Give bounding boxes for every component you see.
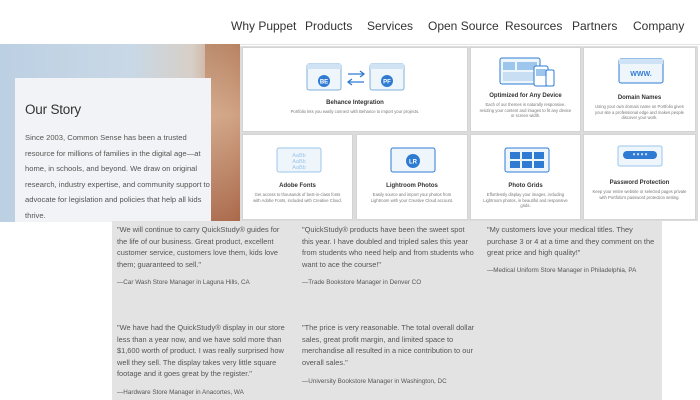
nav-item-services[interactable]: Services <box>367 19 413 33</box>
nav-item-partners[interactable]: Partners <box>572 19 617 33</box>
devices-icon <box>499 57 555 87</box>
story-title: Our Story <box>25 102 81 117</box>
svg-text:BE: BE <box>320 80 328 86</box>
story-text: Since 2003, Common Sense has been a trus… <box>25 133 210 220</box>
feature-title: Lightroom Photos <box>386 183 438 189</box>
nav-item-why-puppet[interactable]: Why Puppet <box>231 19 296 33</box>
photo-grid-icon <box>504 147 550 173</box>
testimonial-quote: "The price is very reasonable. The total… <box>302 323 475 367</box>
feature-title: Behance Integration <box>326 100 384 106</box>
feature-tile-photo-grids[interactable]: Photo Grids Effortlessly display your im… <box>470 134 581 220</box>
feature-desc: Easily source and import your photos fro… <box>370 192 454 203</box>
feature-title: Domain Names <box>617 95 662 101</box>
testimonial-quote: "We will continue to carry QuickStudy® g… <box>117 225 280 269</box>
feature-desc: Effortlessly display your images, includ… <box>483 192 568 208</box>
testimonial-quote: "QuickStudy® products have been the swee… <box>302 225 474 269</box>
domain-icon: WWW. <box>618 58 664 84</box>
feature-tile-devices[interactable]: Optimized for Any Device Each of our the… <box>470 47 581 132</box>
feature-tile-fonts[interactable]: AaBb AaBb AaBb Adobe Fonts Get access to… <box>242 134 353 220</box>
svg-text:LR: LR <box>409 160 418 166</box>
nav-item-open-source[interactable]: Open Source <box>428 19 499 33</box>
testimonial-attribution: —Medical Uniform Store Manager in Philad… <box>487 267 637 274</box>
testimonial-attribution: —Hardware Store Manager in Anacortes, WA <box>117 389 244 396</box>
feature-tile-lightroom[interactable]: LR Lightroom Photos Easily source and im… <box>356 134 468 220</box>
nav-item-products[interactable]: Products <box>305 19 352 33</box>
feature-desc: Portfolio lets you easily connect with B… <box>290 109 420 114</box>
testimonial-attribution: —University Bookstore Manager in Washing… <box>302 378 447 385</box>
feature-desc: Using your own domain name on Portfolio … <box>595 104 684 120</box>
testimonials-section: "We will continue to carry QuickStudy® g… <box>112 221 662 400</box>
testimonial-quote: "My customers love your medical titles. … <box>487 225 655 257</box>
story-card: Our Story Since 2003, Common Sense has b… <box>15 78 211 222</box>
testimonial-attribution: —Car Wash Store Manager in Laguna Hills,… <box>117 279 250 286</box>
feature-desc: Get access to thousands of best-in-class… <box>253 192 342 203</box>
feature-desc: Each of our themes is naturally responsi… <box>479 102 572 118</box>
password-icon: * * * * <box>617 145 663 167</box>
testimonial-quote: "We have had the QuickStudy® display in … <box>117 323 285 378</box>
testimonial-attribution: —Trade Bookstore Manager in Denver CO <box>302 279 422 286</box>
feature-title: Optimized for Any Device <box>489 93 562 99</box>
svg-text:AaBb: AaBb <box>292 165 305 171</box>
feature-tile-password[interactable]: * * * * Password Protection Keep your en… <box>583 134 696 220</box>
nav-item-company[interactable]: Company <box>633 19 684 33</box>
fonts-icon: AaBb AaBb AaBb <box>276 147 322 173</box>
svg-text:* * * *: * * * * <box>633 154 648 160</box>
feature-title: Password Protection <box>609 180 670 186</box>
behance-sync-icon: BE PF <box>306 63 405 91</box>
lightroom-icon: LR <box>390 147 436 173</box>
feature-title: Adobe Fonts <box>279 183 316 189</box>
feature-tile-domain[interactable]: WWW. Domain Names Using your own domain … <box>583 47 696 132</box>
feature-title: Photo Grids <box>508 183 543 189</box>
svg-text:WWW.: WWW. <box>630 71 651 78</box>
nav-item-resources[interactable]: Resources <box>505 19 562 33</box>
svg-text:PF: PF <box>383 80 391 86</box>
features-panel: BE PF Behance Integration Portfolio lets… <box>240 46 698 221</box>
feature-tile-behance[interactable]: BE PF Behance Integration Portfolio lets… <box>242 47 468 132</box>
feature-desc: Keep your entire website or selected pag… <box>592 189 687 200</box>
top-nav: Why Puppet Products Services Open Source… <box>0 0 700 45</box>
